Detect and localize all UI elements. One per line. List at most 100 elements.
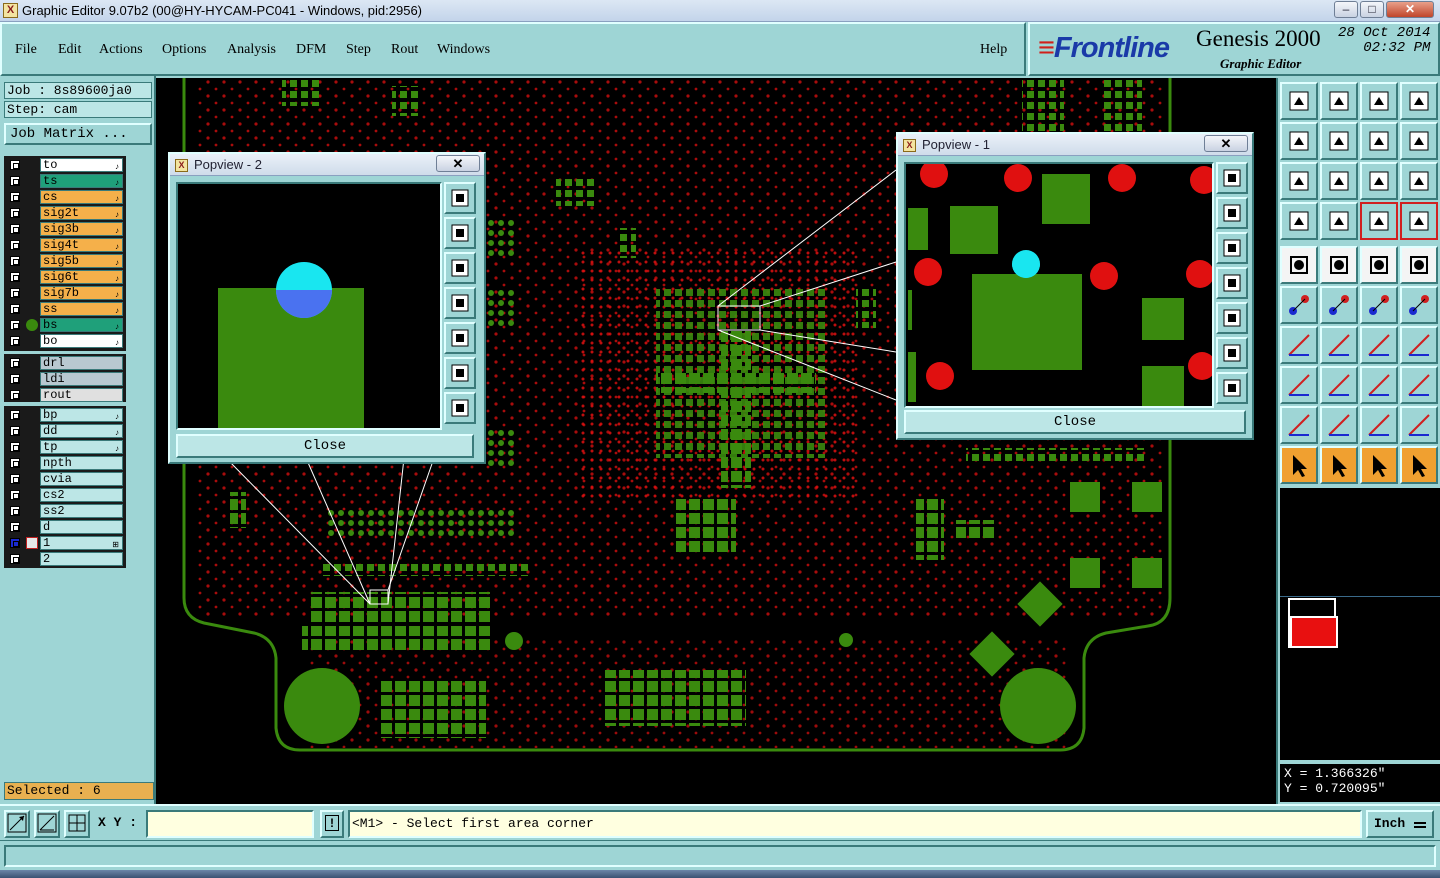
drag-line-button[interactable]	[1360, 286, 1398, 324]
layer-checkbox[interactable]	[10, 442, 20, 452]
menu-file[interactable]: File	[15, 42, 37, 58]
layer-row[interactable]: ss ♪	[6, 301, 126, 317]
snap-pad-button[interactable]	[1280, 366, 1318, 404]
layer-name[interactable]: ts ♪	[40, 174, 123, 188]
layer-checkbox[interactable]	[10, 490, 20, 500]
angle-mode-button[interactable]	[34, 810, 60, 838]
add-line-button[interactable]	[1320, 246, 1358, 284]
layer-name[interactable]: ss ♪	[40, 302, 123, 316]
layer-row[interactable]: tp ♪	[6, 439, 126, 455]
minimize-button[interactable]: –	[1334, 1, 1358, 18]
layer-row[interactable]: cs2	[6, 487, 126, 503]
pan-right-button[interactable]	[1216, 302, 1248, 334]
layer-row[interactable]: d	[6, 519, 126, 535]
split-view-button[interactable]	[1400, 82, 1438, 120]
zoom-in-button[interactable]	[444, 357, 476, 389]
layer-row[interactable]: bs ♪	[6, 317, 126, 333]
layer-row[interactable]: drl	[6, 355, 126, 371]
layer-name[interactable]: rout	[40, 388, 123, 402]
layer-row[interactable]: 1 ⊞	[6, 535, 126, 551]
layer-checkbox[interactable]	[10, 522, 20, 532]
layer-row[interactable]: sig6t ♪	[6, 269, 126, 285]
arch-button[interactable]	[1360, 406, 1398, 444]
popview-2-window[interactable]: Popview - 2 X ✕ Close	[168, 152, 486, 464]
vertex-up-button[interactable]	[1320, 406, 1358, 444]
mirror-button[interactable]	[1360, 122, 1398, 160]
minus-button[interactable]	[1320, 366, 1358, 404]
layer-name[interactable]: sig4t ♪	[40, 238, 123, 252]
layer-checkbox[interactable]	[10, 458, 20, 468]
layer-checkbox[interactable]	[10, 160, 20, 170]
layer-name[interactable]: d	[40, 520, 123, 534]
layer-down-button[interactable]	[1320, 82, 1358, 120]
layer-checkbox[interactable]	[10, 554, 20, 564]
layer-up-button[interactable]	[1280, 82, 1318, 120]
slash-line-button[interactable]	[1320, 326, 1358, 364]
arc-button[interactable]	[1360, 326, 1398, 364]
layer-name[interactable]: bs ♪	[40, 318, 123, 332]
grid-snap-button[interactable]	[64, 810, 90, 838]
graphic-canvas[interactable]: Popview - 2 X ✕ Close Popview - 1 X ✕ Cl…	[156, 78, 1276, 804]
layer-row[interactable]: to ♪	[6, 157, 126, 173]
layer-row[interactable]: dd ♪	[6, 423, 126, 439]
layer-checkbox[interactable]	[10, 410, 20, 420]
pointer-route-button[interactable]	[1400, 446, 1438, 484]
zoom-home-button[interactable]	[444, 182, 476, 214]
layer-checkbox[interactable]	[10, 240, 20, 250]
layer-row[interactable]: bo ♪	[6, 333, 126, 349]
layer-row[interactable]: ldi	[6, 371, 126, 387]
pointer-button[interactable]	[1280, 446, 1318, 484]
layer-checkbox[interactable]	[10, 304, 20, 314]
layer-checkbox[interactable]	[10, 426, 20, 436]
layer-name[interactable]: tp ♪	[40, 440, 123, 454]
drag-arc-button[interactable]	[1400, 286, 1438, 324]
menu-dfm[interactable]: DFM	[296, 42, 326, 58]
zoom-box-button[interactable]	[1320, 162, 1358, 200]
zoom-home-button[interactable]	[1216, 162, 1248, 194]
add-pad-button[interactable]	[1280, 246, 1318, 284]
layer-name[interactable]: sig3b ♪	[40, 222, 123, 236]
angle-line-button[interactable]	[1280, 326, 1318, 364]
zoom-in-button[interactable]	[1216, 337, 1248, 369]
layer-name[interactable]: bp ♪	[40, 408, 123, 422]
layer-checkbox[interactable]	[10, 256, 20, 266]
pan-down-button[interactable]	[444, 252, 476, 284]
layer-name[interactable]: drl	[40, 356, 123, 370]
layer-row[interactable]: sig2t ♪	[6, 205, 126, 221]
menu-actions[interactable]: Actions	[99, 42, 143, 58]
pan-up-button[interactable]	[1216, 197, 1248, 229]
popview-2-view[interactable]	[176, 182, 442, 430]
layer-checkbox[interactable]	[10, 320, 20, 330]
layer-checkbox[interactable]	[10, 358, 20, 368]
arch-cross-button[interactable]	[1400, 406, 1438, 444]
pan-down-button[interactable]	[1216, 232, 1248, 264]
layer-name[interactable]: npth	[40, 456, 123, 470]
layer-row[interactable]: cs ♪	[6, 189, 126, 205]
units-selector[interactable]: Inch	[1366, 810, 1434, 838]
pointer-circle-button[interactable]	[1360, 446, 1398, 484]
layer-row[interactable]: ts ♪	[6, 173, 126, 189]
triangle-button[interactable]	[1280, 406, 1318, 444]
home-button[interactable]	[1360, 82, 1398, 120]
popview-1-view[interactable]	[904, 162, 1214, 408]
move-right-button[interactable]	[1320, 122, 1358, 160]
grid-button[interactable]	[1320, 202, 1358, 240]
trace-button[interactable]	[1400, 326, 1438, 364]
layer-row[interactable]: rout	[6, 387, 126, 403]
layer-row[interactable]: sig3b ♪	[6, 221, 126, 237]
layer-checkbox[interactable]	[10, 224, 20, 234]
layer-name[interactable]: dd ♪	[40, 424, 123, 438]
menu-rout[interactable]: Rout	[391, 42, 418, 58]
move-left-button[interactable]	[1280, 122, 1318, 160]
layer-checkbox[interactable]	[10, 272, 20, 282]
layer-checkbox[interactable]	[10, 192, 20, 202]
menu-windows[interactable]: Windows	[437, 42, 490, 58]
popview-1-close-button[interactable]: Close	[904, 410, 1246, 434]
delete-button[interactable]	[1320, 286, 1358, 324]
popview-2-close-button[interactable]: Close	[176, 434, 474, 458]
menu-analysis[interactable]: Analysis	[227, 42, 276, 58]
layer-name[interactable]: 2	[40, 552, 123, 566]
layer-name[interactable]: ss2	[40, 504, 123, 518]
menu-edit[interactable]: Edit	[58, 42, 81, 58]
layer-name[interactable]: cs ♪	[40, 190, 123, 204]
